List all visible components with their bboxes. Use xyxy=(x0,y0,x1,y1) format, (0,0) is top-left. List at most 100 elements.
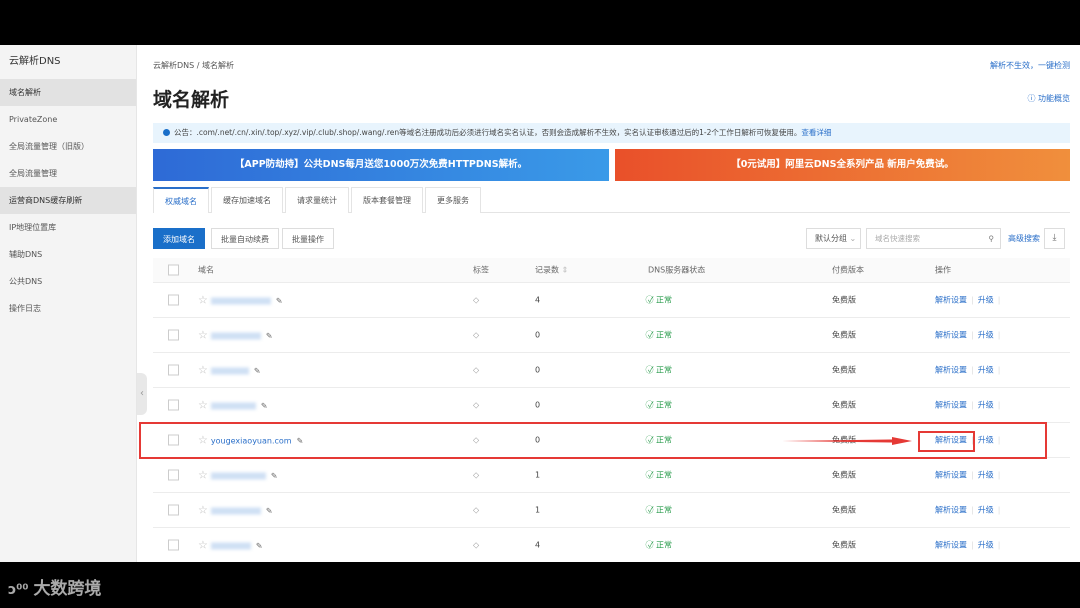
tab[interactable]: 权威域名 xyxy=(153,187,209,213)
upgrade-link[interactable]: 升级 xyxy=(978,506,994,515)
sidebar-item[interactable]: 全局流量管理 xyxy=(0,160,136,187)
upgrade-link[interactable]: 升级 xyxy=(978,471,994,480)
select-all-checkbox[interactable] xyxy=(168,265,179,276)
help-link[interactable]: ⓘ 功能概览 xyxy=(1027,93,1070,104)
star-icon[interactable]: ☆ xyxy=(198,539,208,552)
tag-icon[interactable]: ◇ xyxy=(473,401,479,410)
header-name: 域名 xyxy=(198,265,214,276)
upgrade-link[interactable]: 升级 xyxy=(978,541,994,550)
dns-console: 云解析DNS 域名解析PrivateZone全局流量管理（旧版）全局流量管理运营… xyxy=(0,45,1080,562)
row-checkbox[interactable] xyxy=(168,365,179,376)
upgrade-link[interactable]: 升级 xyxy=(978,296,994,305)
check-link[interactable]: 解析不生效，一键检测 xyxy=(990,60,1070,71)
row-checkbox[interactable] xyxy=(168,505,179,516)
resolve-settings-link[interactable]: 解析设置 xyxy=(935,401,967,410)
sort-icon: ⇕ xyxy=(562,266,569,275)
sidebar-item[interactable]: 辅助DNS xyxy=(0,241,136,268)
row-actions: 解析设置|升级| xyxy=(935,470,1004,481)
sidebar-item[interactable]: 域名解析 xyxy=(0,79,136,106)
notice-detail-link[interactable]: 查看详细 xyxy=(801,128,831,137)
row-checkbox[interactable] xyxy=(168,470,179,481)
edit-icon[interactable]: ✎ xyxy=(261,402,268,411)
sidebar-item[interactable]: IP地理位置库 xyxy=(0,214,136,241)
domain-cell: ☆✎ xyxy=(198,294,283,307)
blurred-domain xyxy=(211,473,266,480)
row-checkbox[interactable] xyxy=(168,330,179,341)
highlight-action-box xyxy=(918,431,975,452)
header-records-label: 记录数 xyxy=(535,266,559,275)
upgrade-link[interactable]: 升级 xyxy=(978,401,994,410)
edit-icon[interactable]: ✎ xyxy=(254,367,261,376)
resolve-settings-link[interactable]: 解析设置 xyxy=(935,506,967,515)
notice-text: 公告：.com/.net/.cn/.xin/.top/.xyz/.vip/.cl… xyxy=(174,128,801,137)
upgrade-link[interactable]: 升级 xyxy=(978,366,994,375)
star-icon[interactable]: ☆ xyxy=(198,364,208,377)
header-records[interactable]: 记录数 ⇕ xyxy=(535,265,568,276)
tag-icon[interactable]: ◇ xyxy=(473,506,479,515)
tag-icon[interactable]: ◇ xyxy=(473,331,479,340)
row-checkbox[interactable] xyxy=(168,400,179,411)
table-row: ☆✎ ◇ 0 ✓⃝ 正常 免费版 解析设置|升级| xyxy=(153,353,1070,388)
star-icon[interactable]: ☆ xyxy=(198,504,208,517)
sidebar-item[interactable]: 全局流量管理（旧版） xyxy=(0,133,136,160)
upgrade-link[interactable]: 升级 xyxy=(978,331,994,340)
resolve-settings-link[interactable]: 解析设置 xyxy=(935,471,967,480)
record-count: 4 xyxy=(535,296,540,305)
sidebar-collapse-button[interactable]: ‹ xyxy=(137,373,147,415)
group-select[interactable]: 默认分组 ⌄ xyxy=(806,228,861,249)
logo-mark-icon: ↄ⁰⁰ xyxy=(8,582,33,598)
record-count: 0 xyxy=(535,331,540,340)
row-checkbox[interactable] xyxy=(168,540,179,551)
tab[interactable]: 版本套餐管理 xyxy=(351,187,423,213)
edit-icon[interactable]: ✎ xyxy=(271,472,278,481)
batch-renew-button[interactable]: 批量自动续费 xyxy=(211,228,279,249)
tab[interactable]: 更多服务 xyxy=(425,187,481,213)
star-icon[interactable]: ☆ xyxy=(198,329,208,342)
tag-icon[interactable]: ◇ xyxy=(473,366,479,375)
banner-free-trial[interactable]: 【0元试用】阿里云DNS全系列产品 新用户免费试。 xyxy=(615,149,1070,181)
tab[interactable]: 缓存加速域名 xyxy=(211,187,283,213)
status-text: 正常 xyxy=(656,471,672,480)
tab[interactable]: 请求量统计 xyxy=(285,187,349,213)
tag-icon[interactable]: ◇ xyxy=(473,471,479,480)
resolve-settings-link[interactable]: 解析设置 xyxy=(935,331,967,340)
status-text: 正常 xyxy=(656,296,672,305)
dns-status: ✓⃝ 正常 xyxy=(648,400,672,411)
logo-text: 大数跨境 xyxy=(33,579,101,599)
edit-icon[interactable]: ✎ xyxy=(266,507,273,516)
search-icon[interactable]: ⚲ xyxy=(989,229,995,248)
resolve-settings-link[interactable]: 解析设置 xyxy=(935,366,967,375)
dns-status: ✓⃝ 正常 xyxy=(648,470,672,481)
advanced-search-link[interactable]: 高级搜索 xyxy=(1008,233,1040,244)
edit-icon[interactable]: ✎ xyxy=(276,297,283,306)
resolve-settings-link[interactable]: 解析设置 xyxy=(935,541,967,550)
domain-cell: ☆✎ xyxy=(198,364,261,377)
sidebar-item[interactable]: 运营商DNS缓存刷新 xyxy=(0,187,136,214)
star-icon[interactable]: ☆ xyxy=(198,399,208,412)
search-input[interactable]: 域名快速搜索⚲ xyxy=(866,228,1001,249)
banner-httpdns[interactable]: 【APP防劫持】公共DNS每月送您1000万次免费HTTPDNS解析。 xyxy=(153,149,609,181)
blurred-domain xyxy=(211,403,256,410)
blurred-domain xyxy=(211,368,249,375)
edit-icon[interactable]: ✎ xyxy=(256,542,263,551)
download-icon[interactable]: ⤓ xyxy=(1044,228,1065,249)
blurred-domain xyxy=(211,508,261,515)
table-header: 域名 标签 记录数 ⇕ DNS服务器状态 付费版本 操作 xyxy=(153,258,1070,283)
sidebar-item[interactable]: PrivateZone xyxy=(0,106,136,133)
row-checkbox[interactable] xyxy=(168,295,179,306)
batch-ops-button[interactable]: 批量操作 xyxy=(282,228,334,249)
star-icon[interactable]: ☆ xyxy=(198,469,208,482)
check-circle-icon: ✓⃝ xyxy=(648,506,656,515)
star-icon[interactable]: ☆ xyxy=(198,294,208,307)
tag-icon[interactable]: ◇ xyxy=(473,296,479,305)
add-domain-button[interactable]: 添加域名 xyxy=(153,228,205,249)
record-count: 0 xyxy=(535,366,540,375)
resolve-settings-link[interactable]: 解析设置 xyxy=(935,296,967,305)
edit-icon[interactable]: ✎ xyxy=(266,332,273,341)
sidebar-item[interactable]: 操作日志 xyxy=(0,295,136,322)
chevron-down-icon: ⌄ xyxy=(850,234,857,243)
sidebar-item[interactable]: 公共DNS xyxy=(0,268,136,295)
plan-text: 免费版 xyxy=(832,540,856,551)
tag-icon[interactable]: ◇ xyxy=(473,541,479,550)
toolbar: 添加域名 批量自动续费 批量操作 默认分组 ⌄ 域名快速搜索⚲ 高级搜索 ⤓ xyxy=(153,228,1070,250)
